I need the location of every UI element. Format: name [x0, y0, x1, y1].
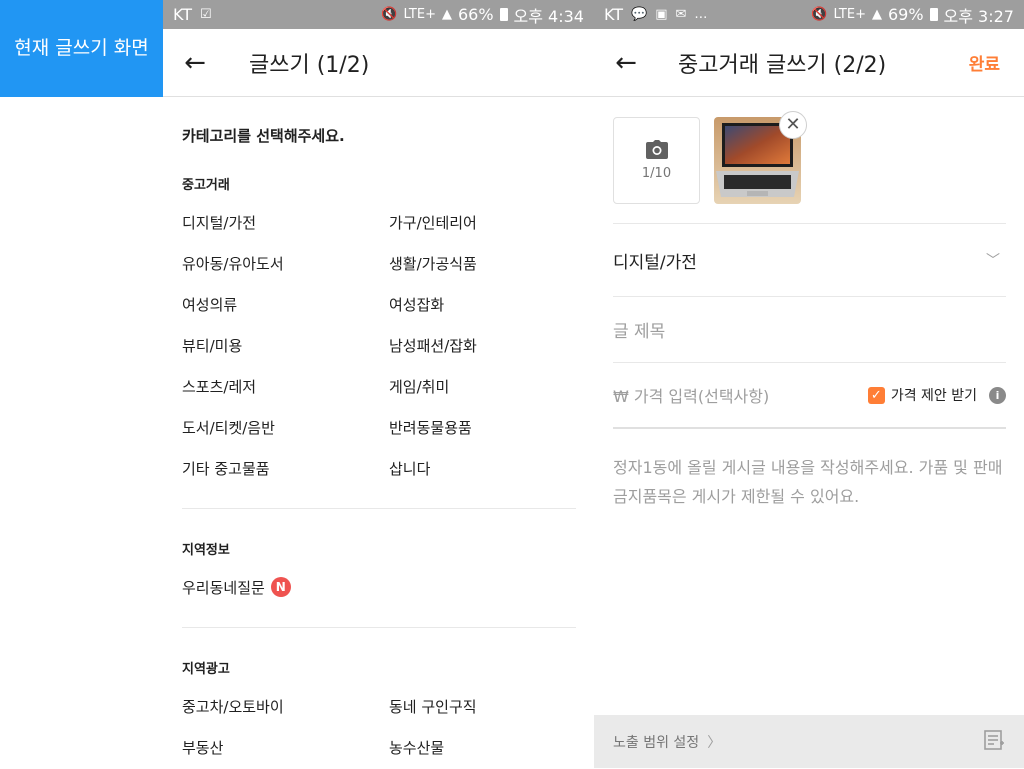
- category-list: 카테고리를 선택해주세요. 중고거래 디지털/가전 가구/인테리어 유아동/유아…: [182, 97, 576, 769]
- calendar-icon: ▣: [655, 7, 668, 22]
- section-title-used-trade: 중고거래: [182, 178, 230, 193]
- price-offer-label: 가격 제안 받기: [890, 388, 977, 404]
- page-title: 글쓰기 (1/2): [249, 52, 370, 78]
- write-step1-screen: KT ☑ 🔇 LTE+ ▲ 66% 오후 4:34 ← 글쓰기 (1/2) 카테…: [163, 0, 594, 768]
- chevron-right-icon: 〉: [707, 734, 722, 751]
- mail-icon: ✉: [675, 7, 687, 22]
- local-info-categories: 우리동네질문 N: [182, 568, 576, 609]
- write-step2-screen: KT 💬 ▣ ✉ … 🔇 LTE+ ▲ 69% 오후 3:27 ← 중고거래 글…: [594, 0, 1024, 768]
- done-button[interactable]: 완료: [969, 50, 1000, 75]
- mute-icon: 🔇: [811, 7, 828, 22]
- status-bar: KT 💬 ▣ ✉ … 🔇 LTE+ ▲ 69% 오후 3:27: [594, 0, 1024, 29]
- category-item[interactable]: 가구/인테리어: [389, 203, 576, 244]
- more-icon: …: [694, 7, 708, 22]
- section-title-local-ads: 지역광고: [182, 662, 230, 677]
- notification-icon: ☑: [200, 7, 212, 22]
- network-label: LTE+: [403, 7, 436, 22]
- content-textarea[interactable]: 정자1동에 올릴 게시글 내용을 작성해주세요. 가품 및 판매금지품목은 게시…: [613, 429, 1006, 511]
- exposure-range-button[interactable]: 노출 범위 설정 〉: [613, 732, 721, 752]
- category-item[interactable]: 중고차/오토바이: [182, 687, 389, 728]
- carrier-label: KT: [604, 5, 624, 24]
- signal-icon: ▲: [871, 7, 882, 22]
- back-arrow-icon[interactable]: ←: [163, 48, 227, 78]
- local-ads-categories: 중고차/오토바이 동네 구인구직 부동산 농수산물: [182, 687, 576, 769]
- signal-icon: ▲: [441, 7, 452, 22]
- current-screen-label: 현재 글쓰기 화면: [0, 0, 163, 97]
- category-item[interactable]: 삽니다: [389, 449, 576, 490]
- price-offer-option: ✓ 가격 제안 받기 i: [867, 385, 1006, 405]
- category-item[interactable]: 유아동/유아도서: [182, 244, 389, 285]
- add-photo-button[interactable]: 1/10: [613, 116, 700, 204]
- back-arrow-icon[interactable]: ←: [594, 48, 658, 78]
- battery-percent: 69%: [887, 5, 924, 24]
- network-label: LTE+: [833, 7, 866, 22]
- section-title-local-info: 지역정보: [182, 543, 230, 558]
- status-bar: KT ☑ 🔇 LTE+ ▲ 66% 오후 4:34: [163, 0, 594, 29]
- category-item[interactable]: 동네 구인구직: [389, 687, 576, 728]
- selected-category: 디지털/가전: [613, 252, 697, 273]
- photo-thumbnail[interactable]: ✕: [714, 110, 807, 204]
- photo-section: 1/10 ✕: [613, 97, 1006, 224]
- price-offer-checkbox[interactable]: ✓: [867, 386, 885, 404]
- camera-icon: [645, 139, 668, 159]
- content-placeholder: 정자1동에 올릴 게시글 내용을 작성해주세요. 가품 및 판매금지품목은 게시…: [613, 458, 1003, 506]
- battery-icon: [499, 8, 508, 21]
- category-item[interactable]: 게임/취미: [389, 367, 576, 408]
- category-item-neighborhood-question[interactable]: 우리동네질문 N: [182, 568, 389, 609]
- remove-photo-button[interactable]: ✕: [779, 110, 807, 139]
- section-divider: [182, 508, 576, 509]
- category-item[interactable]: 여성의류: [182, 285, 389, 326]
- note-list-icon[interactable]: [983, 729, 1005, 755]
- chevron-down-icon: ﹀: [986, 253, 1000, 269]
- category-item-label: 우리동네질문: [182, 579, 265, 597]
- clock: 오후 3:27: [943, 6, 1014, 26]
- category-item[interactable]: 여성잡화: [389, 285, 576, 326]
- mute-icon: 🔇: [381, 7, 398, 22]
- category-item[interactable]: 농수산물: [389, 728, 576, 769]
- section-divider: [182, 627, 576, 628]
- new-badge: N: [270, 577, 291, 597]
- category-prompt: 카테고리를 선택해주세요.: [182, 127, 345, 145]
- category-item[interactable]: 남성패션/잡화: [389, 326, 576, 367]
- price-placeholder: ₩ 가격 입력(선택사항): [613, 387, 770, 406]
- page-title: 중고거래 글쓰기 (2/2): [678, 52, 887, 78]
- info-icon[interactable]: i: [989, 386, 1006, 404]
- bottom-bar: 노출 범위 설정 〉: [594, 715, 1024, 768]
- photo-count: 1/10: [641, 165, 672, 181]
- price-input[interactable]: ₩ 가격 입력(선택사항) ✓ 가격 제안 받기 i: [613, 363, 1006, 429]
- category-item[interactable]: 생활/가공식품: [389, 244, 576, 285]
- title-placeholder: 글 제목: [613, 322, 666, 342]
- category-item[interactable]: 디지털/가전: [182, 203, 389, 244]
- category-item[interactable]: 뷰티/미용: [182, 326, 389, 367]
- category-item[interactable]: 반려동물용품: [389, 408, 576, 449]
- used-trade-categories: 디지털/가전 가구/인테리어 유아동/유아도서 생활/가공식품 여성의류 여성잡…: [182, 203, 576, 490]
- category-item[interactable]: 부동산: [182, 728, 389, 769]
- category-select[interactable]: 디지털/가전 ﹀: [613, 224, 1006, 297]
- category-item[interactable]: 기타 중고물품: [182, 449, 389, 490]
- category-item[interactable]: 스포츠/레저: [182, 367, 389, 408]
- carrier-label: KT: [173, 5, 193, 24]
- app-bar: ← 중고거래 글쓰기 (2/2) 완료: [594, 29, 1024, 97]
- title-input[interactable]: 글 제목: [613, 297, 1006, 363]
- battery-icon: [929, 8, 938, 21]
- exposure-label: 노출 범위 설정: [613, 734, 700, 751]
- category-item[interactable]: 도서/티켓/음반: [182, 408, 389, 449]
- chat-icon: 💬: [631, 7, 648, 22]
- clock: 오후 4:34: [513, 6, 584, 26]
- battery-percent: 66%: [457, 5, 494, 24]
- post-form: 1/10 ✕ 디지털/가전 ﹀ 글 제목 ₩ 가격 입력(선택사항) ✓ 가격 …: [613, 97, 1006, 511]
- app-bar: ← 글쓰기 (1/2): [163, 29, 594, 97]
